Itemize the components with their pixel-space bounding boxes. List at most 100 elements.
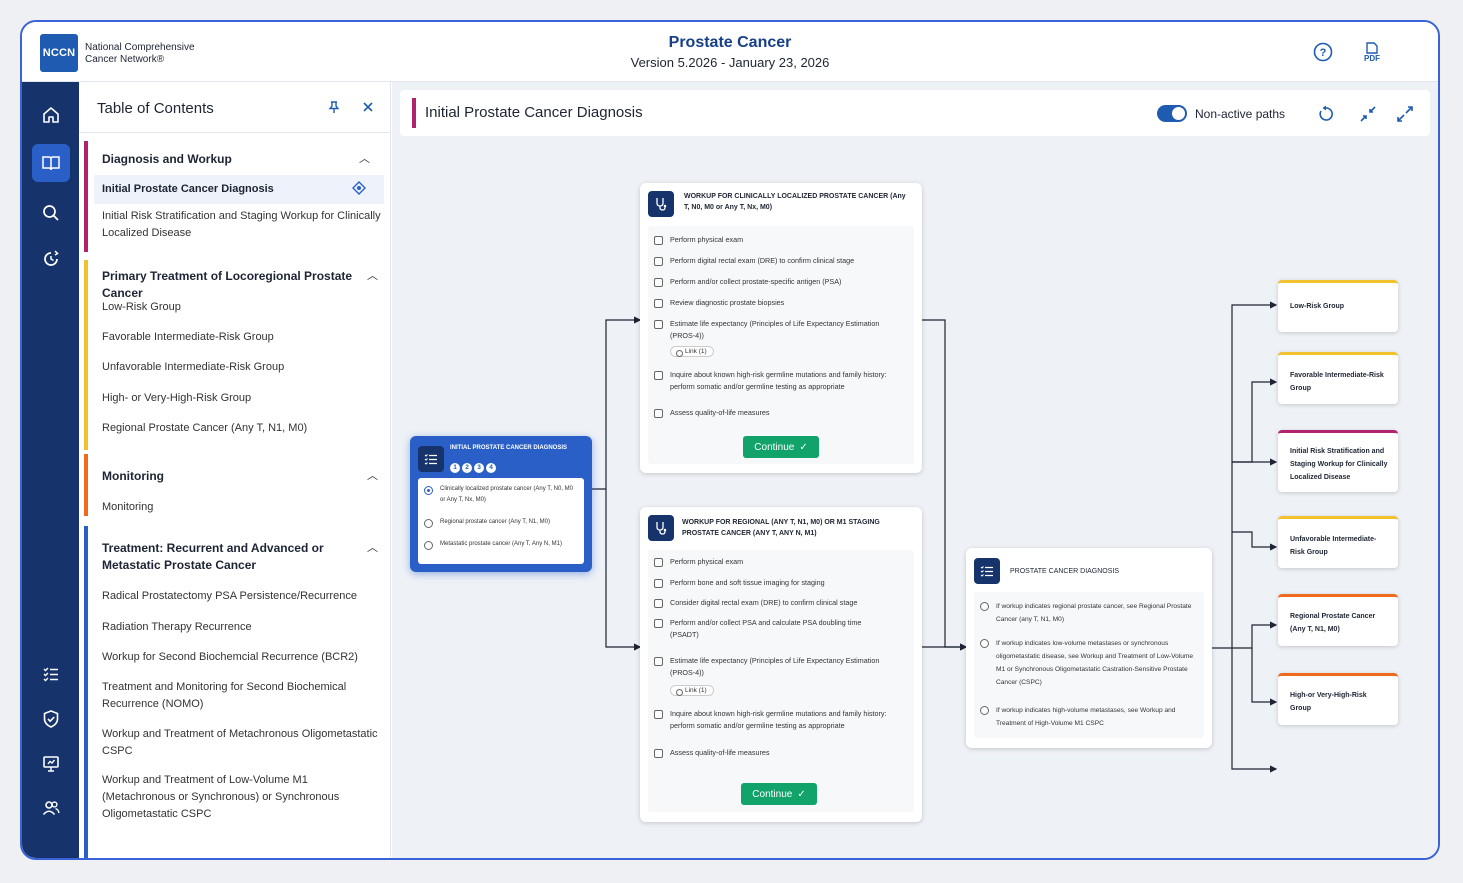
search-icon[interactable]	[32, 194, 70, 232]
toc-item[interactable]: Unfavorable Intermediate-Risk Group	[102, 359, 382, 376]
toc-item[interactable]: Radical Prostatectomy PSA Persistence/Re…	[102, 588, 382, 605]
toc-section-title[interactable]: Diagnosis and Workup	[102, 151, 342, 168]
checklist-item[interactable]: Assess quality-of-life measures	[654, 747, 908, 759]
radio[interactable]	[424, 519, 433, 528]
toc-item-risk-stratification[interactable]: Initial Risk Stratification and Staging …	[102, 208, 382, 242]
toc-item[interactable]: Radiation Therapy Recurrence	[102, 619, 382, 636]
checklist-item[interactable]: Consider digital rectal exam (DRE) to co…	[654, 597, 908, 609]
presentation-icon[interactable]	[32, 745, 70, 783]
radio[interactable]	[424, 541, 433, 550]
toc-section-diagnosis: Diagnosis and Workup ︿ Initial Prostate …	[84, 141, 384, 252]
checkbox[interactable]	[654, 257, 663, 266]
reference-link[interactable]: Link (1)	[670, 346, 714, 357]
checkbox[interactable]	[654, 710, 663, 719]
checkbox[interactable]	[654, 657, 663, 666]
diagnosis-option[interactable]: If workup indicates regional prostate ca…	[980, 600, 1200, 626]
toc-item[interactable]: High- or Very-High-Risk Group	[102, 390, 382, 407]
radio[interactable]	[980, 602, 989, 611]
step-indicators: 1234	[450, 456, 498, 474]
checkbox[interactable]	[654, 749, 663, 758]
step-3[interactable]: 3	[474, 462, 484, 473]
item-label: Perform digital rectal exam (DRE) to con…	[670, 256, 855, 265]
toc-section-title[interactable]: Monitoring	[102, 468, 342, 485]
checklist-item[interactable]: Perform physical exam	[654, 556, 908, 568]
outcome-unfavorable-intermediate[interactable]: Unfavorable Intermediate-Risk Group	[1278, 516, 1398, 568]
checklist-item[interactable]: Estimate life expectancy (Principles of …	[654, 655, 894, 679]
checkbox[interactable]	[654, 619, 663, 628]
checkbox[interactable]	[654, 278, 663, 287]
checklist-item[interactable]: Inquire about known high-risk germline m…	[654, 708, 894, 732]
help-icon[interactable]: ?	[1311, 40, 1335, 64]
item-label: Assess quality-of-life measures	[670, 408, 770, 417]
radio-selected[interactable]	[424, 486, 433, 495]
option-metastatic[interactable]: Metastatic prostate cancer (Any T, Any N…	[424, 539, 578, 550]
chevron-up-icon[interactable]: ︿	[367, 467, 378, 483]
toc-item[interactable]: Treatment and Monitoring for Second Bioc…	[102, 679, 362, 713]
checkbox[interactable]	[654, 558, 663, 567]
pathway-canvas: Initial Prostate Cancer Diagnosis Non-ac…	[392, 82, 1438, 858]
checklist-item[interactable]: Perform and/or collect prostate-specific…	[654, 276, 908, 288]
checklist-item[interactable]: Assess quality-of-life measures	[654, 407, 908, 419]
step-2[interactable]: 2	[462, 462, 472, 473]
users-icon[interactable]	[32, 789, 70, 827]
diagnosis-option[interactable]: If workup indicates high-volume metastas…	[980, 704, 1200, 730]
checkbox[interactable]	[654, 236, 663, 245]
radio[interactable]	[980, 639, 989, 648]
checkbox[interactable]	[654, 579, 663, 588]
continue-button[interactable]: Continue ✓	[741, 783, 817, 805]
pdf-download-button[interactable]: PDF	[1360, 40, 1384, 64]
checklist-item[interactable]: Perform bone and soft tissue imaging for…	[654, 577, 908, 589]
checkbox[interactable]	[654, 320, 663, 329]
checklist-item[interactable]: Perform digital rectal exam (DRE) to con…	[654, 255, 908, 267]
outcome-regional[interactable]: Regional Prostate Cancer (Any T, N1, M0)	[1278, 594, 1398, 646]
option-localized[interactable]: Clinically localized prostate cancer (An…	[424, 484, 578, 506]
radio[interactable]	[980, 706, 989, 715]
outcome-favorable-intermediate[interactable]: Favorable Intermediate-Risk Group	[1278, 352, 1398, 404]
step-1[interactable]: 1	[450, 462, 460, 473]
checkbox[interactable]	[654, 299, 663, 308]
outcome-low-risk[interactable]: Low-Risk Group	[1278, 280, 1398, 332]
continue-button[interactable]: Continue ✓	[743, 436, 819, 458]
toc-item[interactable]: Monitoring	[102, 499, 382, 516]
checklist-item[interactable]: Review diagnostic prostate biopsies	[654, 297, 908, 309]
option-regional[interactable]: Regional prostate cancer (Any T, N1, M0)	[424, 517, 578, 528]
close-icon[interactable]	[361, 100, 375, 119]
checkbox[interactable]	[654, 599, 663, 608]
checkbox[interactable]	[654, 371, 663, 380]
checkbox[interactable]	[654, 409, 663, 418]
chevron-up-icon[interactable]: ︿	[367, 267, 378, 283]
reference-link[interactable]: Link (1)	[670, 685, 714, 696]
toc-item[interactable]: Low-Risk Group	[102, 299, 382, 316]
checklist-item[interactable]: Inquire about known high-risk germline m…	[654, 369, 894, 393]
outcome-label: High-or Very-High-Risk Group	[1290, 692, 1367, 712]
step-4[interactable]: 4	[486, 462, 496, 473]
checklist-icon[interactable]	[32, 655, 70, 693]
card-title: WORKUP FOR REGIONAL (ANY T, N1, M0) OR M…	[682, 519, 880, 537]
toc-item[interactable]: Regional Prostate Cancer (Any T, N1, M0)	[102, 420, 382, 437]
outcome-risk-stratification[interactable]: Initial Risk Stratification and Staging …	[1278, 430, 1398, 492]
toc-item[interactable]: Workup and Treatment of Low-Volume M1 (M…	[102, 772, 352, 823]
toc-section-title[interactable]: Primary Treatment of Locoregional Prosta…	[102, 268, 362, 302]
home-icon[interactable]	[32, 96, 70, 134]
toc-item[interactable]: Workup for Second Biochemcial Recurrence…	[102, 649, 382, 666]
recent-activity-icon[interactable]	[32, 240, 70, 278]
checklist-item[interactable]: Estimate life expectancy (Principles of …	[654, 318, 894, 342]
book-icon[interactable]	[32, 144, 70, 182]
pin-icon[interactable]	[327, 100, 341, 119]
toc-section-title[interactable]: Treatment: Recurrent and Advanced or Met…	[102, 540, 352, 574]
chevron-up-icon[interactable]: ︿	[367, 539, 378, 555]
checklist-item[interactable]: Perform and/or collect PSA and calculate…	[654, 617, 884, 641]
diagnosis-option[interactable]: If workup indicates low-volume metastase…	[980, 637, 1200, 689]
outcome-label: Regional Prostate Cancer (Any T, N1, M0)	[1290, 613, 1376, 633]
guideline-version: Version 5.2026 - January 23, 2026	[630, 55, 830, 70]
chevron-up-icon[interactable]: ︿	[359, 150, 370, 166]
outcome-high-risk[interactable]: High-or Very-High-Risk Group	[1278, 673, 1398, 725]
card-title: WORKUP FOR CLINICALLY LOCALIZED PROSTATE…	[684, 193, 906, 211]
toc-item[interactable]: Workup and Treatment of Metachronous Oli…	[102, 726, 382, 760]
pdf-label: PDF	[1364, 53, 1380, 63]
toc-item-initial-diagnosis[interactable]: Initial Prostate Cancer Diagnosis	[94, 175, 384, 204]
toc-item[interactable]: Favorable Intermediate-Risk Group	[102, 329, 382, 346]
outcome-label: Unfavorable Intermediate-Risk Group	[1290, 536, 1377, 556]
shield-icon[interactable]	[32, 700, 70, 738]
checklist-item[interactable]: Perform physical exam	[654, 234, 908, 246]
